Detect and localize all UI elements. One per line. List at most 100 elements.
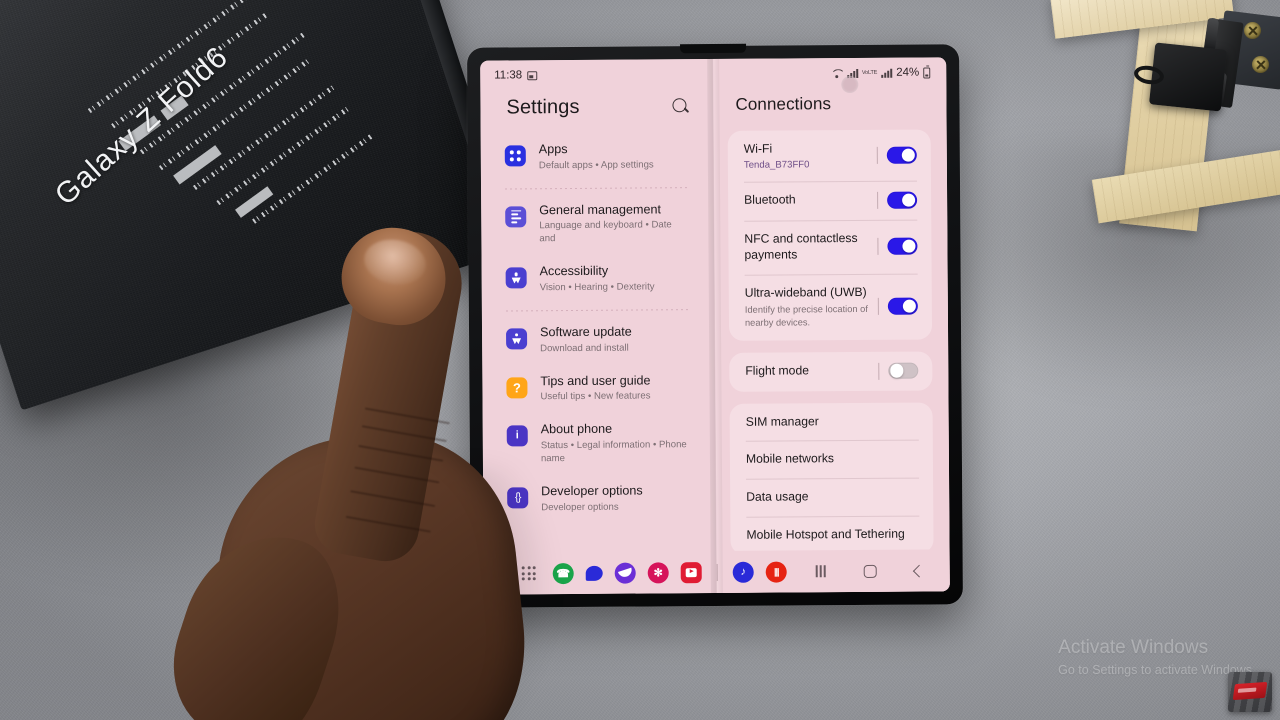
settings-item-software-update[interactable]: Software update Download and install	[500, 315, 695, 365]
connections-row-wifi[interactable]: Wi-Fi Tenda_B73FF0	[728, 129, 931, 181]
network-type-label: VoLTE	[861, 69, 878, 76]
code-brackets-icon: {}	[507, 487, 529, 509]
signal-bars-icon-2	[881, 68, 893, 78]
music-app-icon[interactable]: ♪	[732, 561, 754, 583]
galaxy-store-app-icon[interactable]: ✻	[647, 561, 669, 583]
settings-item-about-phone[interactable]: i About phone Status • Legal information…	[501, 412, 696, 475]
wooden-frame-object	[1046, 0, 1280, 238]
back-button-icon[interactable]	[912, 564, 926, 577]
settings-item-subtitle: Default apps • App settings	[538, 159, 654, 171]
search-icon[interactable]	[672, 98, 689, 115]
connections-row-data-usage[interactable]: Data usage	[730, 478, 933, 517]
settings-item-subtitle: Language and keyboard • Date and	[539, 219, 672, 245]
accessibility-person-icon	[505, 267, 527, 289]
toggle-separator	[878, 362, 880, 380]
wifi-network-name: Tenda_B73FF0	[743, 159, 810, 171]
row-label: Bluetooth	[744, 192, 796, 208]
nfc-toggle[interactable]	[887, 238, 918, 255]
network-options-card: SIM manager Mobile networks Data usage M…	[729, 402, 934, 555]
page-title: Settings	[506, 95, 580, 119]
settings-item-title: Software update	[539, 324, 632, 340]
row-label: Ultra-wideband (UWB)	[744, 284, 867, 300]
settings-item-subtitle: Download and install	[540, 342, 629, 354]
watermark-subtitle: Go to Settings to activate Windows	[1058, 662, 1252, 677]
watermark-title: Activate Windows	[1058, 637, 1209, 658]
settings-item-title: Developer options	[541, 483, 643, 499]
list-divider-2	[505, 309, 689, 312]
connections-row-nfc[interactable]: NFC and contactless payments	[728, 219, 931, 274]
connections-toggle-card: Wi-Fi Tenda_B73FF0 Bluetooth NFC and con…	[727, 129, 933, 341]
screw-bottom	[1252, 56, 1269, 73]
home-button-icon[interactable]	[863, 564, 877, 578]
status-bar: 11:38 VoLTE 24%	[480, 57, 946, 90]
voice-recorder-app-icon[interactable]: |||	[765, 561, 787, 583]
row-label: Mobile networks	[745, 451, 835, 467]
screen-capture-icon	[527, 70, 538, 80]
galaxy-z-fold-device: 11:38 VoLTE 24% Settings Apps Default ap…	[467, 43, 963, 608]
flight-mode-toggle[interactable]	[888, 362, 919, 380]
settings-item-accessibility[interactable]: Accessibility Vision • Hearing • Dexteri…	[500, 254, 695, 304]
phone-app-icon[interactable]: ☎	[552, 562, 574, 584]
device-top-speaker	[680, 43, 747, 54]
settings-item-developer-options[interactable]: {} Developer options Developer options	[501, 474, 696, 524]
connections-row-flight-mode[interactable]: Flight mode	[729, 351, 932, 391]
row-label: Data usage	[746, 489, 809, 505]
connections-detail-pane: Connections Wi-Fi Tenda_B73FF0 Bluetooth…	[713, 57, 950, 593]
recent-apps-icon[interactable]	[816, 565, 826, 578]
bluetooth-toggle[interactable]	[887, 191, 918, 209]
row-label: Wi-Fi	[743, 141, 773, 156]
apps-grid-icon	[504, 145, 526, 167]
screw-top	[1244, 22, 1261, 39]
windows-activation-watermark: Activate Windows Go to Settings to activ…	[1058, 636, 1252, 678]
thumbnail-red-key	[1232, 681, 1268, 701]
toggle-separator	[876, 146, 878, 164]
row-description: Identify the precise location of nearby …	[744, 304, 868, 328]
settings-item-tips-and-user-guide[interactable]: ? Tips and user guide Useful tips • New …	[500, 364, 695, 414]
front-camera-punch-hole	[841, 75, 859, 94]
samsung-internet-app-icon[interactable]	[614, 562, 636, 584]
info-circle-icon: i	[506, 425, 528, 447]
list-lines-icon	[505, 205, 527, 228]
settings-list-pane: Settings Apps Default apps • App setting…	[480, 59, 717, 595]
connections-row-mobile-networks[interactable]: Mobile networks	[730, 440, 933, 479]
taskbar: ☎ ✻ ♪ |||	[483, 549, 950, 595]
dock-separator	[716, 563, 718, 581]
all-apps-grid-icon[interactable]	[521, 566, 537, 581]
corner-thumbnail-overlay	[1228, 672, 1272, 712]
settings-split-view: Settings Apps Default apps • App setting…	[480, 57, 950, 595]
toggle-separator	[877, 191, 879, 209]
settings-item-subtitle: Status • Legal information • Phone name	[540, 439, 687, 465]
question-mark-icon: ?	[506, 376, 528, 399]
settings-item-apps[interactable]: Apps Default apps • App settings	[499, 132, 694, 182]
toggle-separator	[877, 238, 879, 256]
navigation-bar	[816, 564, 936, 578]
settings-item-subtitle: Developer options	[541, 501, 619, 513]
wifi-icon	[831, 68, 843, 78]
wifi-toggle[interactable]	[886, 146, 917, 164]
row-label: SIM manager	[745, 413, 819, 429]
messages-app-icon[interactable]	[585, 565, 603, 581]
battery-icon	[923, 66, 931, 79]
settings-item-title: Apps	[538, 142, 568, 157]
row-label: NFC and contactless payments	[744, 230, 858, 262]
list-divider	[505, 186, 689, 190]
youtube-app-icon[interactable]	[680, 561, 702, 583]
status-time: 11:38	[494, 69, 523, 82]
row-label: Mobile Hotspot and Tethering	[746, 526, 905, 542]
settings-item-title: About phone	[540, 422, 613, 437]
connections-row-uwb[interactable]: Ultra-wideband (UWB) Identify the precis…	[729, 273, 932, 340]
settings-item-title: Accessibility	[539, 264, 609, 279]
connections-row-bluetooth[interactable]: Bluetooth	[728, 180, 931, 220]
settings-item-general-management[interactable]: General management Language and keyboard…	[499, 193, 694, 256]
software-update-icon	[506, 328, 528, 350]
uwb-toggle[interactable]	[887, 297, 918, 315]
taskbar-dock: ☎ ✻ ♪ |||	[552, 561, 787, 584]
settings-items-list: Apps Default apps • App settings General…	[481, 118, 717, 524]
settings-item-subtitle: Useful tips • New features	[540, 390, 651, 403]
connections-row-sim-manager[interactable]: SIM manager	[730, 402, 933, 441]
device-screen: 11:38 VoLTE 24% Settings Apps Default ap…	[480, 57, 950, 595]
settings-item-subtitle: Vision • Hearing • Dexterity	[539, 281, 655, 294]
settings-item-title: General management	[539, 202, 662, 217]
flight-mode-card: Flight mode	[729, 351, 933, 392]
row-label: Flight mode	[745, 363, 810, 378]
